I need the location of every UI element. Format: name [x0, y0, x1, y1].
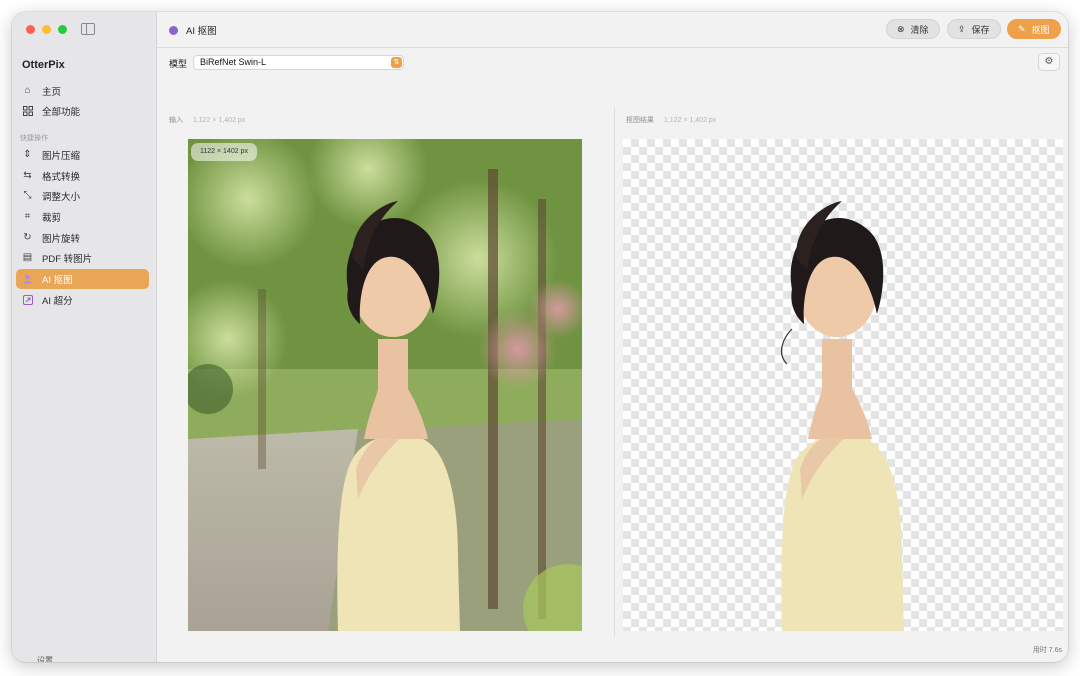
sidebar-item-label: 图片旋转 [42, 234, 81, 245]
upscale-icon [22, 295, 33, 306]
sidebar-item-home[interactable]: ⌂ 主页 [16, 81, 149, 101]
close-window-button[interactable] [26, 25, 35, 34]
sidebar: OtterPix ⌂ 主页 全部功能 快捷操作 ⇕ 图片压缩 ⇆ 格式转换 ⤡ … [12, 12, 157, 662]
sidebar-item-label: AI 抠图 [42, 275, 73, 286]
page-title-text: AI 抠图 [186, 26, 217, 37]
sidebar-item-label: PDF 转图片 [42, 254, 93, 265]
cutout-button[interactable]: ✎ 抠图 [1007, 19, 1061, 39]
toolbar: AI 抠图 ⊗ 清除 ⇪ 保存 ✎ 抠图 [157, 12, 1068, 48]
person-icon [169, 25, 178, 35]
clear-button[interactable]: ⊗ 清除 [886, 19, 940, 39]
output-pane-label: 抠图结果 1,122 × 1,402 px [626, 115, 716, 125]
elapsed-time: 用时 7.6s [1032, 647, 1062, 654]
input-photo-illustration [188, 139, 582, 631]
save-button-label: 保存 [971, 24, 990, 35]
model-row: 模型 BiRefNet Swin-L ⇅ ⚙ [157, 48, 1068, 78]
person-icon [22, 274, 33, 285]
grid-icon [22, 106, 33, 117]
sidebar-item-label: 格式转换 [42, 172, 81, 183]
sidebar-item-pdf-to-image[interactable]: ▤ PDF 转图片 [16, 248, 149, 268]
resize-icon: ⤡ [23, 190, 32, 201]
compress-icon: ⇕ [23, 149, 32, 160]
image-size-badge: 1122 × 1402 px [191, 143, 257, 161]
section-label-quick-actions: 快捷操作 [20, 135, 48, 142]
clear-icon: ⊗ [897, 23, 905, 34]
chevron-updown-icon: ⇅ [391, 57, 402, 68]
save-button[interactable]: ⇪ 保存 [947, 19, 1001, 39]
cutout-button-label: 抠图 [1031, 24, 1050, 35]
sidebar-item-label: 主页 [42, 87, 62, 98]
save-icon: ⇪ [958, 23, 966, 34]
rotate-icon: ↻ [23, 232, 32, 243]
magic-wand-icon: ✎ [1018, 23, 1026, 34]
model-select[interactable]: BiRefNet Swin-L ⇅ [193, 55, 404, 70]
sidebar-item-resize[interactable]: ⤡ 调整大小 [16, 186, 149, 206]
model-select-value: BiRefNet Swin-L [200, 57, 267, 67]
output-image[interactable] [623, 139, 1063, 631]
sidebar-item-label: 全部功能 [42, 107, 81, 118]
sidebar-toggle-icon[interactable] [81, 23, 95, 35]
sidebar-item-settings[interactable]: 设置 [37, 655, 53, 662]
sidebar-item-ai-cutout[interactable]: AI 抠图 [16, 269, 149, 289]
input-dimensions: 1,122 × 1,402 px [192, 117, 246, 124]
sidebar-item-rotate[interactable]: ↻ 图片旋转 [16, 228, 149, 248]
crop-icon: ⌗ [24, 211, 31, 222]
sidebar-item-convert[interactable]: ⇆ 格式转换 [16, 166, 149, 186]
main-content: AI 抠图 ⊗ 清除 ⇪ 保存 ✎ 抠图 模型 BiRefNet Swin-L … [157, 12, 1068, 662]
pdf-icon: ▤ [22, 252, 33, 263]
convert-icon: ⇆ [23, 170, 32, 181]
window-controls [26, 25, 67, 34]
pane-divider[interactable] [614, 107, 615, 637]
sidebar-item-crop[interactable]: ⌗ 裁剪 [16, 207, 149, 227]
output-label: 抠图结果 [626, 117, 654, 124]
sidebar-item-ai-upscale[interactable]: AI 超分 [16, 290, 149, 310]
model-label: 模型 [169, 59, 188, 69]
settings-button[interactable]: ⚙ [1038, 53, 1060, 71]
minimize-window-button[interactable] [42, 25, 51, 34]
input-label: 输入 [169, 117, 183, 124]
page-title: AI 抠图 [169, 23, 217, 37]
sidebar-item-label: 裁剪 [42, 213, 62, 224]
app-name: OtterPix [22, 59, 65, 71]
app-window: OtterPix ⌂ 主页 全部功能 快捷操作 ⇕ 图片压缩 ⇆ 格式转换 ⤡ … [12, 12, 1068, 662]
sidebar-item-compress[interactable]: ⇕ 图片压缩 [16, 145, 149, 165]
sidebar-item-label: 图片压缩 [42, 151, 81, 162]
input-image[interactable]: 1122 × 1402 px [188, 139, 582, 631]
home-icon: ⌂ [24, 85, 31, 96]
clear-button-label: 清除 [910, 24, 929, 35]
gear-icon: ⚙ [1044, 56, 1054, 67]
sidebar-item-label: AI 超分 [42, 296, 73, 307]
input-pane-label: 输入 1,122 × 1,402 px [169, 115, 245, 125]
sidebar-item-label: 调整大小 [42, 192, 81, 203]
zoom-window-button[interactable] [58, 25, 67, 34]
sidebar-item-all-features[interactable]: 全部功能 [16, 101, 149, 121]
output-dimensions: 1,122 × 1,402 px [663, 117, 717, 124]
cutout-photo-illustration [780, 201, 904, 631]
